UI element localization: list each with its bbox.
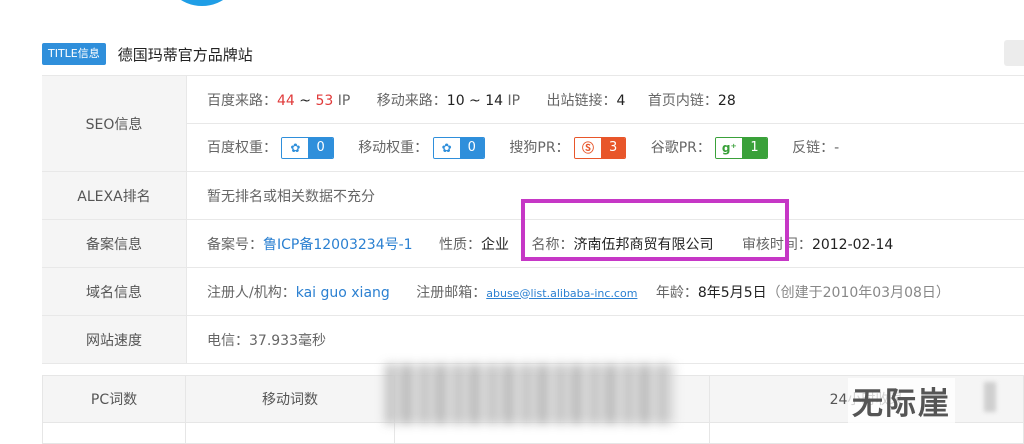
domain-age-value: 8年5月5日 bbox=[698, 285, 767, 301]
keyword-cell bbox=[43, 423, 186, 444]
mobile-weight-label: 移动权重： bbox=[358, 140, 428, 156]
scroll-top-icon[interactable] bbox=[1004, 40, 1024, 66]
outlinks-value: 4 bbox=[617, 93, 626, 109]
inlinks-value: 28 bbox=[718, 93, 736, 109]
seo-weights: 百度权重： ✿0 移动权重： ✿0 搜狗PR： Ⓢ3 谷歌PR： g⁺1 反链：… bbox=[187, 124, 1024, 172]
registrant-label: 注册人/机构： bbox=[207, 285, 296, 301]
keyword-body-row bbox=[43, 423, 1024, 444]
baidu-source-unit: IP bbox=[333, 93, 350, 109]
sogou-pr-badge[interactable]: Ⓢ3 bbox=[574, 137, 626, 159]
baidu-weight-badge[interactable]: ✿0 bbox=[281, 137, 333, 159]
baidu-source-label: 百度来路： bbox=[207, 93, 277, 109]
blurred-region bbox=[385, 364, 675, 424]
watermark: 无际崖 bbox=[848, 378, 955, 423]
domain-created-note: （创建于2010年03月08日） bbox=[767, 285, 950, 301]
icp-number-label: 备案号： bbox=[207, 237, 263, 253]
baidu-source-max: 53 bbox=[315, 93, 333, 109]
icp-type-label: 性质： bbox=[439, 237, 481, 253]
domain-label: 域名信息 bbox=[42, 268, 187, 316]
speed-row: 网站速度 电信：37.933毫秒 bbox=[42, 316, 1024, 364]
speed-label: 网站速度 bbox=[42, 316, 187, 364]
keyword-cell bbox=[710, 423, 1024, 444]
mobile-source-label: 移动来路： bbox=[377, 93, 447, 109]
baidu-weight-label: 百度权重： bbox=[207, 140, 277, 156]
google-plus-icon: g⁺ bbox=[716, 138, 742, 158]
pc-words-header: PC词数 bbox=[43, 376, 186, 423]
baidu-weight-value: 0 bbox=[308, 138, 332, 158]
google-pr-value: 1 bbox=[742, 138, 766, 158]
speed-value: 电信：37.933毫秒 bbox=[187, 316, 1024, 364]
icp-type-value: 企业 bbox=[481, 237, 509, 253]
google-pr-label: 谷歌PR： bbox=[651, 140, 711, 156]
watermark-pixel bbox=[984, 382, 996, 412]
keyword-cell bbox=[395, 423, 710, 444]
mobile-words-header: 移动词数 bbox=[186, 376, 395, 423]
inlinks-label: 首页内链： bbox=[648, 93, 718, 109]
registrant-email-link[interactable]: abuse@list.alibaba-inc.com bbox=[486, 287, 637, 300]
domain-age-label: 年龄： bbox=[656, 285, 698, 301]
registrant-link[interactable]: kai guo xiang bbox=[296, 285, 390, 301]
backlinks-value: - bbox=[834, 140, 839, 156]
sogou-pr-value: 3 bbox=[601, 138, 625, 158]
mobile-weight-badge[interactable]: ✿0 bbox=[433, 137, 485, 159]
title-bar: TITLE信息 德国玛蒂官方品牌站 bbox=[42, 42, 253, 66]
google-pr-badge[interactable]: g⁺1 bbox=[715, 137, 767, 159]
domain-row: 域名信息 注册人/机构：kai guo xiang 注册邮箱：abuse@lis… bbox=[42, 268, 1024, 316]
mobile-source-unit: IP bbox=[503, 93, 520, 109]
alexa-label: ALEXA排名 bbox=[42, 172, 187, 220]
logo-circle bbox=[162, 0, 242, 6]
keyword-cell bbox=[186, 423, 395, 444]
mobile-source-value: 10 ~ 14 bbox=[447, 93, 503, 109]
sogou-icon: Ⓢ bbox=[575, 138, 601, 158]
sogou-pr-label: 搜狗PR： bbox=[509, 140, 569, 156]
seo-label: SEO信息 bbox=[42, 76, 187, 172]
paw-icon: ✿ bbox=[434, 138, 460, 158]
site-title: 德国玛蒂官方品牌站 bbox=[118, 44, 253, 65]
icp-label: 备案信息 bbox=[42, 220, 187, 268]
baidu-source-sep: ~ bbox=[295, 93, 316, 109]
mobile-weight-value: 0 bbox=[460, 138, 484, 158]
paw-icon: ✿ bbox=[282, 138, 308, 158]
registrant-email-label: 注册邮箱： bbox=[416, 285, 486, 301]
backlinks-label: 反链： bbox=[792, 140, 834, 156]
icp-number-link[interactable]: 鲁ICP备12003234号-1 bbox=[263, 237, 413, 253]
seo-row-2: 百度权重： ✿0 移动权重： ✿0 搜狗PR： Ⓢ3 谷歌PR： g⁺1 反链：… bbox=[42, 124, 1024, 172]
seo-traffic: 百度来路：44 ~ 53 IP 移动来路：10 ~ 14 IP 出站链接：4 首… bbox=[187, 76, 1024, 124]
icp-date-value: 2012-02-14 bbox=[812, 237, 893, 253]
outlinks-label: 出站链接： bbox=[547, 93, 617, 109]
domain-content: 注册人/机构：kai guo xiang 注册邮箱：abuse@list.ali… bbox=[187, 268, 1024, 316]
title-tag: TITLE信息 bbox=[42, 43, 106, 65]
highlight-box bbox=[521, 199, 789, 261]
baidu-source-min: 44 bbox=[277, 93, 295, 109]
seo-row-1: SEO信息 百度来路：44 ~ 53 IP 移动来路：10 ~ 14 IP 出站… bbox=[42, 76, 1024, 124]
